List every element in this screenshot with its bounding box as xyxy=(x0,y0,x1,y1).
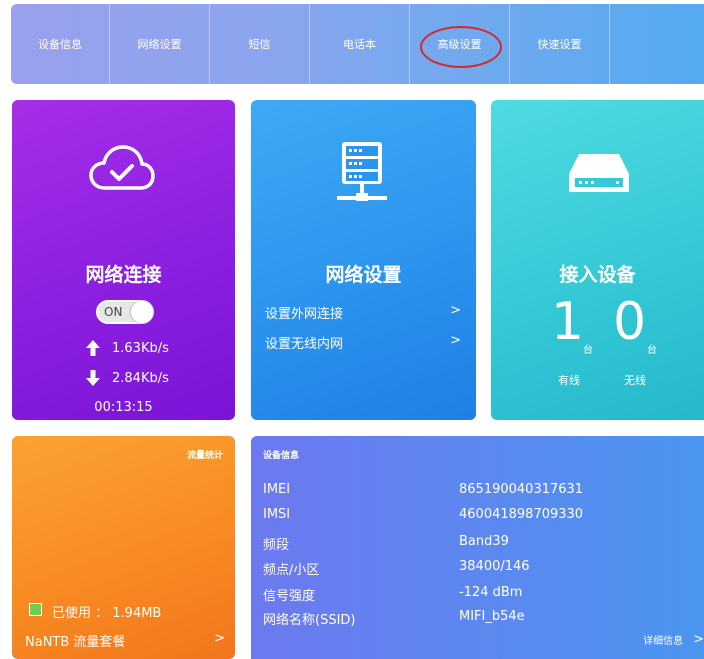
info-label: 频段 xyxy=(263,538,290,553)
chevron-right-icon: > xyxy=(214,631,225,646)
cloud-check-icon xyxy=(89,145,155,190)
nav-tab-sms[interactable]: 短信 xyxy=(210,4,310,84)
info-row-signal-strength: 信号强度 -124 dBm xyxy=(263,585,663,605)
info-row-frequency-cell: 频点/小区 38400/146 xyxy=(263,559,663,579)
wireless-device-count: 0 xyxy=(613,292,647,352)
upload-speed-value: 1.63Kb/s xyxy=(112,340,169,356)
network-settings-title: 网络设置 xyxy=(325,264,402,286)
traffic-stats-card: 流量统计 已使用 ： 1.94MB NaNTB 流量套餐 > xyxy=(12,436,235,659)
device-info-title: 设备信息 xyxy=(263,451,300,461)
info-value: 865190040317631 xyxy=(459,482,584,497)
info-label: 频点/小区 xyxy=(263,563,320,578)
connection-toggle[interactable]: ON xyxy=(96,300,154,324)
wired-label: 有线 xyxy=(558,374,580,387)
highlight-circle-annotation xyxy=(420,26,502,68)
used-traffic-text: 已使用 ： 1.94MB xyxy=(52,606,162,621)
data-plan-link[interactable]: NaNTB 流量套餐 > xyxy=(25,631,225,650)
info-value: 460041898709330 xyxy=(459,507,584,522)
info-value: MIFI_b54e xyxy=(459,609,525,624)
chevron-right-icon: > xyxy=(450,303,461,318)
router-icon xyxy=(569,154,629,192)
info-value: -124 dBm xyxy=(459,585,523,600)
info-label: IMSI xyxy=(263,507,291,522)
download-speed-value: 2.84Kb/s xyxy=(112,370,169,386)
server-icon xyxy=(337,142,387,201)
download-arrow-icon xyxy=(86,370,100,386)
toggle-knob xyxy=(131,301,153,323)
info-value: Band39 xyxy=(459,534,509,549)
network-connection-card: 网络连接 ON 1.63Kb/s 2.84Kb/s 00:13:15 xyxy=(12,100,235,420)
nav-tab-quick-settings[interactable]: 快速设置 xyxy=(510,4,610,84)
network-settings-card: 网络设置 设置外网连接 > 设置无线内网 > xyxy=(251,100,476,420)
used-legend-swatch xyxy=(29,603,42,616)
details-link[interactable]: 详细信息 > xyxy=(643,632,704,647)
chevron-right-icon: > xyxy=(693,632,704,647)
info-row-imsi: IMSI 460041898709330 xyxy=(263,507,663,527)
info-value: 38400/146 xyxy=(459,559,530,574)
wlan-settings-link[interactable]: 设置无线内网 > xyxy=(265,333,461,352)
nav-tab-device-info[interactable]: 设备信息 xyxy=(11,4,110,84)
nav-tab-phonebook[interactable]: 电话本 xyxy=(310,4,410,84)
connected-devices-title: 接入设备 xyxy=(559,264,636,286)
top-nav-bar: 设备信息 网络设置 短信 电话本 高级设置 快速设置 xyxy=(11,4,704,84)
data-plan-label: NaNTB 流量套餐 xyxy=(25,635,126,650)
download-speed-row: 2.84Kb/s xyxy=(86,370,169,386)
info-row-ssid: 网络名称(SSID) MIFI_b54e xyxy=(263,609,663,629)
wan-settings-label: 设置外网连接 xyxy=(265,307,344,322)
info-row-imei: IMEI 865190040317631 xyxy=(263,482,663,502)
device-info-card: 设备信息 IMEI 865190040317631 IMSI 460041898… xyxy=(251,436,704,659)
upload-speed-row: 1.63Kb/s xyxy=(86,340,169,356)
wired-count-unit: 台 xyxy=(583,345,593,356)
info-label: 网络名称(SSID) xyxy=(263,613,356,628)
toggle-on-label: ON xyxy=(104,305,123,319)
nav-tab-network-settings[interactable]: 网络设置 xyxy=(110,4,210,84)
wlan-settings-label: 设置无线内网 xyxy=(265,337,344,352)
connection-duration: 00:13:15 xyxy=(94,400,153,415)
upload-arrow-icon xyxy=(86,340,100,356)
wireless-count-unit: 台 xyxy=(647,345,657,356)
info-label: 信号强度 xyxy=(263,589,316,604)
traffic-stats-title: 流量统计 xyxy=(186,451,223,461)
wireless-label: 无线 xyxy=(624,374,646,387)
info-label: IMEI xyxy=(263,482,291,497)
details-link-label: 详细信息 xyxy=(643,636,684,647)
wired-device-count: 1 xyxy=(551,292,585,352)
chevron-right-icon: > xyxy=(450,333,461,348)
connected-devices-card: 接入设备 1 台 0 台 有线 无线 xyxy=(491,100,704,420)
wan-settings-link[interactable]: 设置外网连接 > xyxy=(265,303,461,322)
info-row-band: 频段 Band39 xyxy=(263,534,663,554)
network-connection-title: 网络连接 xyxy=(85,264,162,286)
